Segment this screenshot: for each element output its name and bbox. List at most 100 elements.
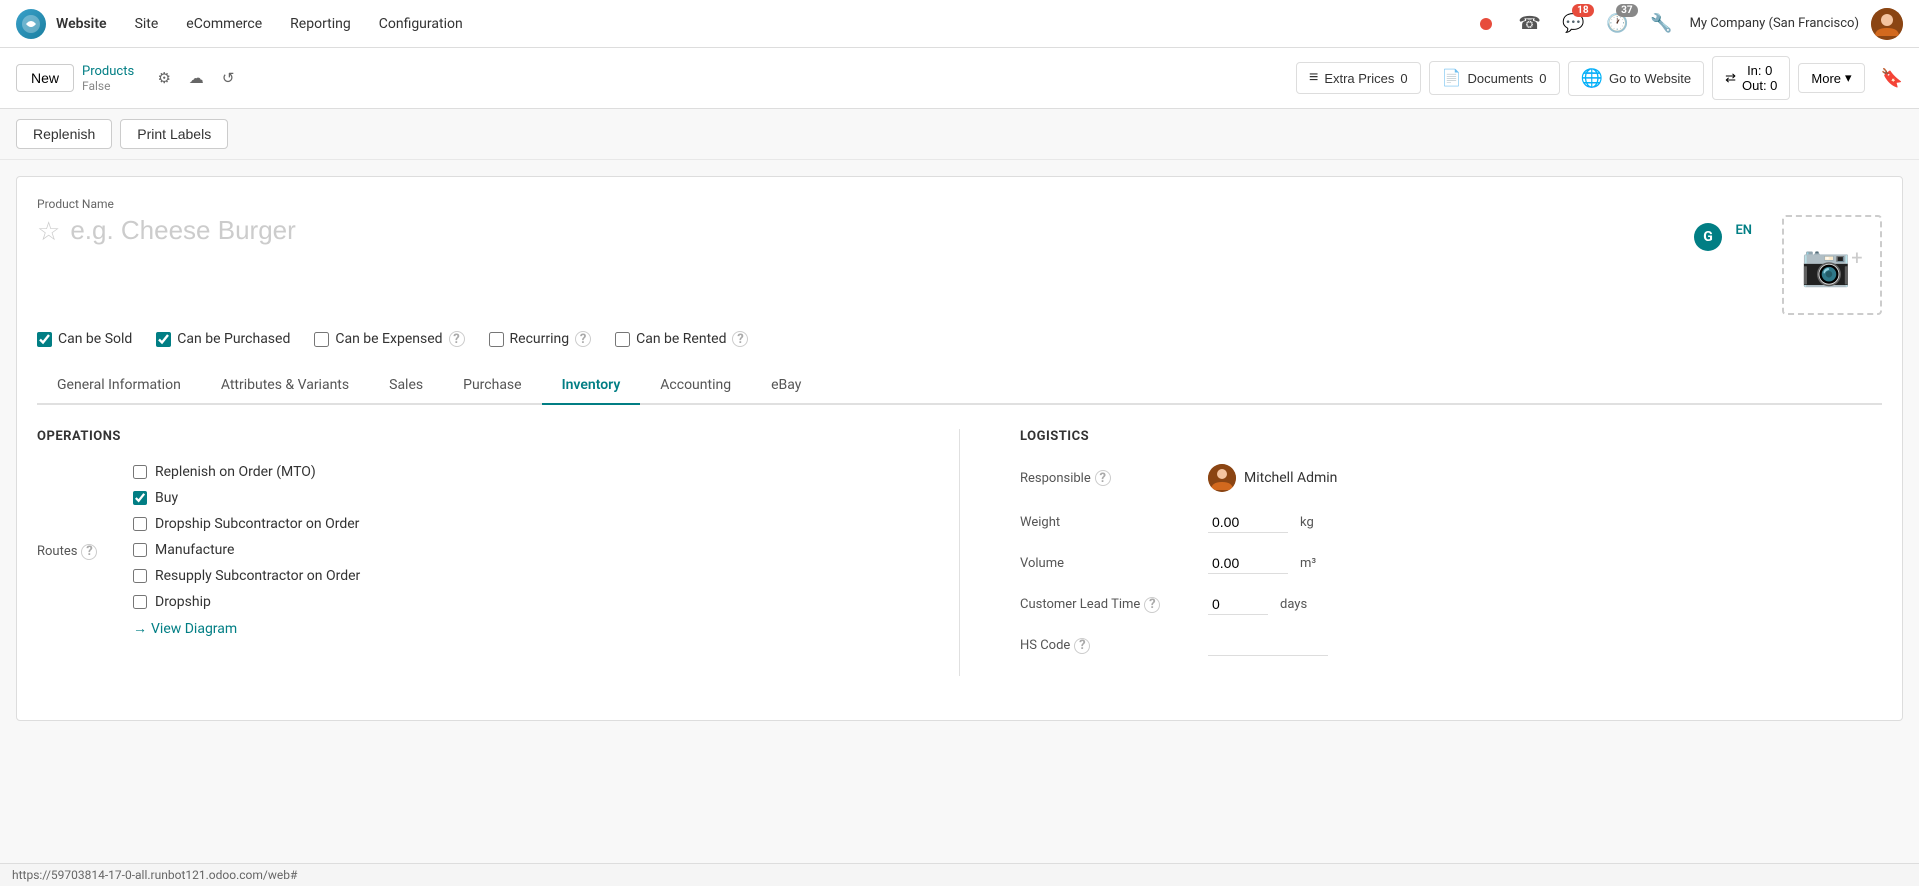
volume-value: m³ <box>1208 553 1316 574</box>
documents-button[interactable]: 📄 Documents 0 <box>1429 61 1560 95</box>
responsible-value: Mitchell Admin <box>1208 464 1337 492</box>
responsible-label: Responsible ? <box>1020 470 1200 486</box>
can-be-purchased-label: Can be Purchased <box>177 331 290 347</box>
extra-prices-button[interactable]: ≡ Extra Prices 0 <box>1296 62 1421 94</box>
clock-icon[interactable]: 🕐 37 <box>1602 8 1634 40</box>
product-image-upload[interactable]: 📷+ <box>1782 215 1882 315</box>
app-logo[interactable] <box>16 9 46 39</box>
settings-icon[interactable]: 🔧 <box>1646 8 1678 40</box>
logistics-section: LOGISTICS Responsible ? Mitchell Ad <box>1020 429 1882 676</box>
more-button[interactable]: More ▾ <box>1798 63 1864 93</box>
volume-input[interactable] <box>1208 553 1288 574</box>
product-name-input[interactable] <box>70 215 1782 246</box>
responsible-name: Mitchell Admin <box>1244 470 1337 486</box>
status-url: https://59703814-17-0-all.runbot121.odoo… <box>12 868 297 882</box>
route-mto-checkbox[interactable]: Replenish on Order (MTO) <box>133 464 360 480</box>
weight-unit: kg <box>1300 515 1314 530</box>
globe-icon: 🌐 <box>1581 68 1603 89</box>
can-be-rented-checkbox[interactable]: Can be Rented ? <box>615 331 748 347</box>
tab-inventory[interactable]: Inventory <box>542 367 641 405</box>
status-bar: https://59703814-17-0-all.runbot121.odoo… <box>0 863 1919 886</box>
route-dropship-sub-checkbox[interactable]: Dropship Subcontractor on Order <box>133 516 360 532</box>
favorite-star-icon[interactable]: ☆ <box>37 217 60 247</box>
logistics-title: LOGISTICS <box>1020 429 1882 444</box>
tab-accounting[interactable]: Accounting <box>640 367 751 405</box>
route-buy-checkbox[interactable]: Buy <box>133 490 360 506</box>
tab-sales[interactable]: Sales <box>369 367 443 405</box>
responsible-help-icon[interactable]: ? <box>1095 470 1111 486</box>
hs-code-help-icon[interactable]: ? <box>1074 638 1090 654</box>
in-out-button[interactable]: ⇄ In: 0 Out: 0 <box>1712 56 1790 100</box>
user-avatar[interactable] <box>1871 8 1903 40</box>
upload-icon[interactable]: ☁ <box>182 64 210 92</box>
tab-purchase[interactable]: Purchase <box>443 367 541 405</box>
nav-item-site[interactable]: Site <box>123 10 171 38</box>
can-be-expensed-label: Can be Expensed <box>335 331 442 347</box>
clock-badge: 37 <box>1616 4 1637 17</box>
hs-code-field: HS Code ? <box>1020 635 1882 656</box>
breadcrumb-current: False <box>82 79 134 93</box>
route-resupply-sub-checkbox[interactable]: Resupply Subcontractor on Order <box>133 568 360 584</box>
chat-badge: 18 <box>1572 4 1593 17</box>
section-divider <box>959 429 960 676</box>
customer-lead-time-help-icon[interactable]: ? <box>1144 597 1160 613</box>
recurring-help-icon[interactable]: ? <box>575 331 591 347</box>
red-dot-icon[interactable] <box>1470 8 1502 40</box>
view-diagram-label: View Diagram <box>151 621 237 637</box>
nav-item-reporting[interactable]: Reporting <box>278 10 363 38</box>
company-name[interactable]: My Company (San Francisco) <box>1690 16 1859 31</box>
go-to-website-button[interactable]: 🌐 Go to Website <box>1568 61 1705 96</box>
more-label: More <box>1811 71 1841 86</box>
routes-help-icon[interactable]: ? <box>81 544 97 560</box>
hs-code-input[interactable] <box>1208 635 1328 656</box>
route-manufacture-checkbox[interactable]: Manufacture <box>133 542 360 558</box>
can-be-rented-label: Can be Rented <box>636 331 726 347</box>
hs-code-label: HS Code ? <box>1020 638 1200 654</box>
product-name-section: ☆ G EN 📷+ <box>37 215 1882 315</box>
document-icon: 📄 <box>1442 68 1462 88</box>
product-name-label: Product Name <box>37 197 1882 211</box>
bookmark-icon[interactable]: 🔖 <box>1881 68 1903 89</box>
print-labels-button[interactable]: Print Labels <box>120 119 228 149</box>
route-dropship-sub-label: Dropship Subcontractor on Order <box>155 516 359 532</box>
recurring-label: Recurring <box>510 331 570 347</box>
undo-icon[interactable]: ↺ <box>214 64 242 92</box>
tab-general-information[interactable]: General Information <box>37 367 201 405</box>
replenish-button[interactable]: Replenish <box>16 119 112 149</box>
nav-item-ecommerce[interactable]: eCommerce <box>174 10 274 38</box>
documents-label: Documents <box>1468 71 1534 86</box>
weight-value: kg <box>1208 512 1314 533</box>
action-buttons-bar: Replenish Print Labels <box>0 109 1919 160</box>
language-badge[interactable]: EN <box>1735 223 1752 238</box>
can-be-sold-checkbox[interactable]: Can be Sold <box>37 331 132 347</box>
phone-icon[interactable]: ☎ <box>1514 8 1546 40</box>
extra-prices-label: Extra Prices <box>1324 71 1394 86</box>
app-name[interactable]: Website <box>56 16 107 32</box>
grammarly-icon[interactable]: G <box>1694 223 1722 251</box>
tab-ebay[interactable]: eBay <box>751 367 821 405</box>
weight-input[interactable] <box>1208 512 1288 533</box>
weight-field: Weight kg <box>1020 512 1882 533</box>
can-be-expensed-help-icon[interactable]: ? <box>449 331 465 347</box>
routes-label: Routes ? <box>37 464 117 637</box>
can-be-purchased-checkbox[interactable]: Can be Purchased <box>156 331 290 347</box>
weight-label: Weight <box>1020 515 1200 530</box>
recurring-checkbox[interactable]: Recurring ? <box>489 331 592 347</box>
route-mto-label: Replenish on Order (MTO) <box>155 464 316 480</box>
nav-right-area: ☎ 💬 18 🕐 37 🔧 My Company (San Francisco) <box>1470 8 1903 40</box>
go-to-website-label: Go to Website <box>1609 71 1691 86</box>
can-be-rented-help-icon[interactable]: ? <box>732 331 748 347</box>
breadcrumb-parent-link[interactable]: Products <box>82 64 134 79</box>
route-resupply-sub-label: Resupply Subcontractor on Order <box>155 568 360 584</box>
customer-lead-time-input[interactable] <box>1208 594 1268 615</box>
settings-gear-icon[interactable]: ⚙ <box>150 64 178 92</box>
tab-attributes-variants[interactable]: Attributes & Variants <box>201 367 369 405</box>
new-button[interactable]: New <box>16 64 74 92</box>
route-dropship-checkbox[interactable]: Dropship <box>133 594 360 610</box>
can-be-expensed-checkbox[interactable]: Can be Expensed ? <box>314 331 464 347</box>
view-diagram-link[interactable]: → View Diagram <box>133 620 360 637</box>
nav-item-configuration[interactable]: Configuration <box>367 10 475 38</box>
chat-icon[interactable]: 💬 18 <box>1558 8 1590 40</box>
list-icon: ≡ <box>1309 69 1318 87</box>
volume-field: Volume m³ <box>1020 553 1882 574</box>
